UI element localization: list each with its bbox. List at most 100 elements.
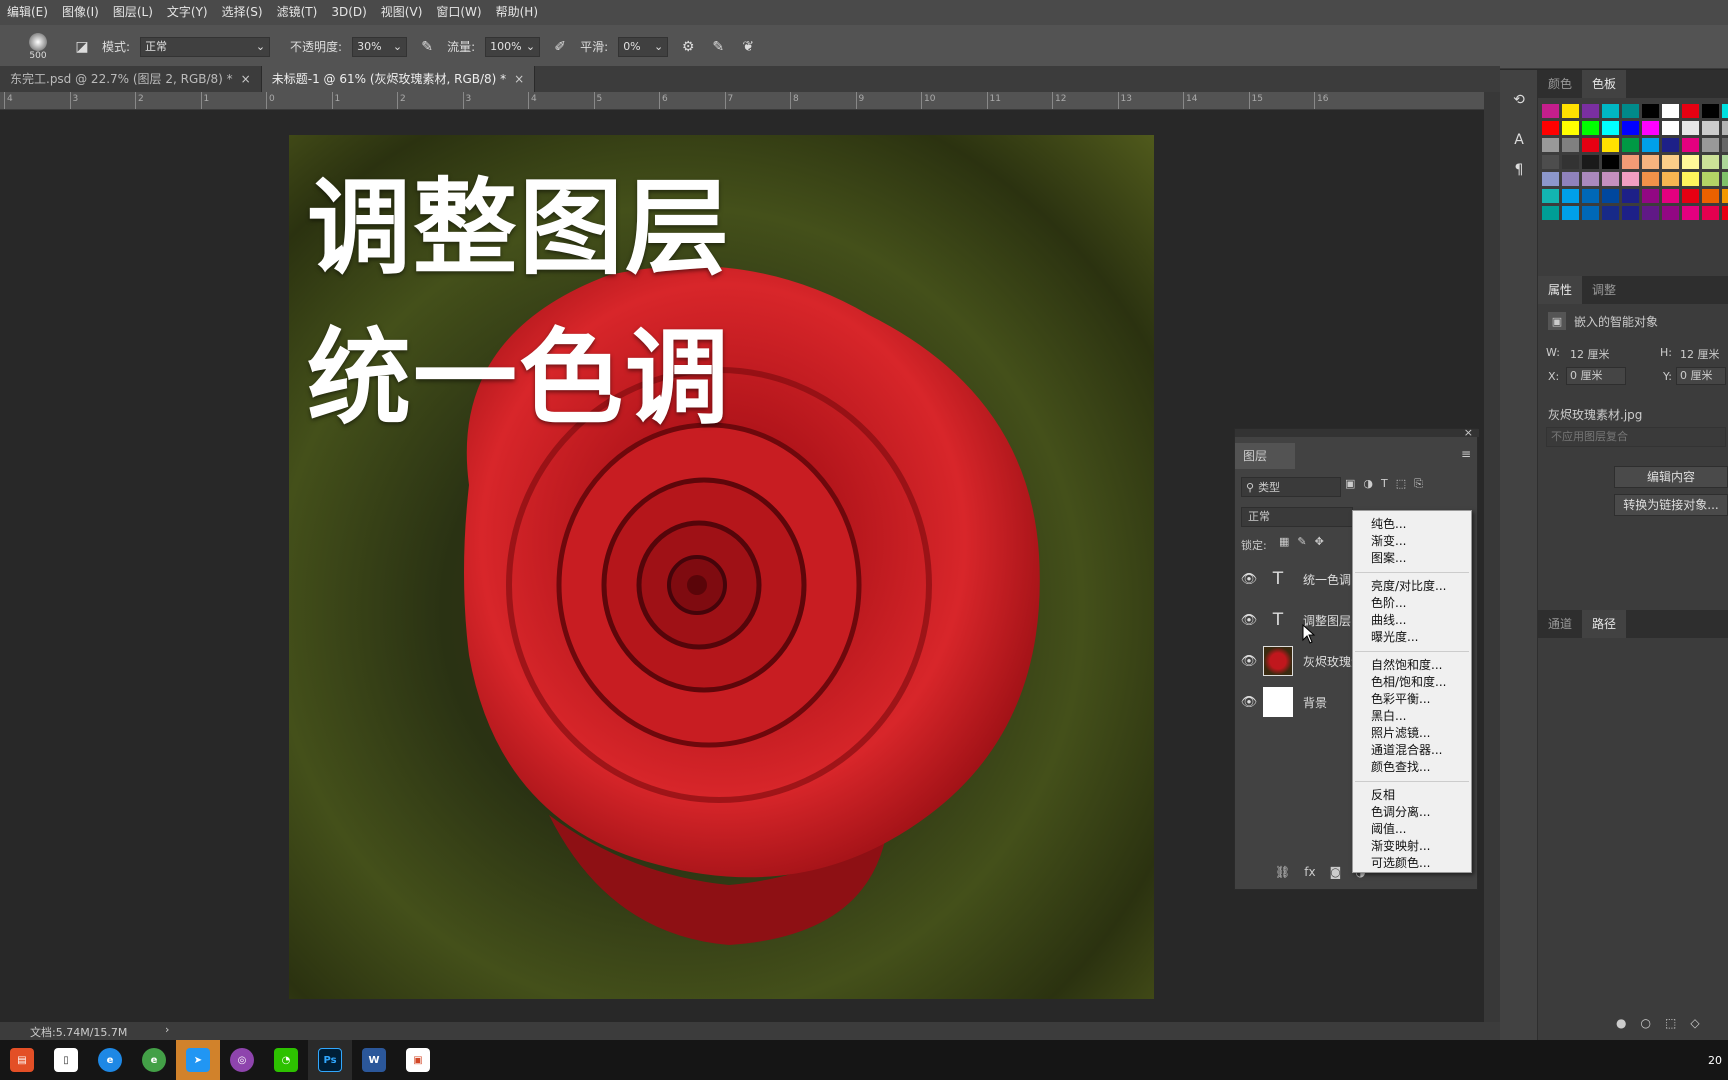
color-swatch[interactable] — [1562, 206, 1579, 220]
slides-icon[interactable]: ▣ — [396, 1040, 440, 1080]
tab-adjustments[interactable]: 调整 — [1582, 276, 1626, 304]
color-swatch[interactable] — [1702, 104, 1719, 118]
menu-item[interactable]: 选择(S) — [215, 0, 270, 25]
adjustment-menu-item[interactable]: 通道混合器... — [1353, 742, 1471, 759]
adjustment-menu-item[interactable]: 反相 — [1353, 787, 1471, 804]
mode-select[interactable]: 正常 ⌄ — [140, 36, 271, 57]
color-swatch[interactable] — [1662, 155, 1679, 169]
pressure-size-icon[interactable]: ✎ — [708, 37, 728, 57]
color-swatch[interactable] — [1582, 138, 1599, 152]
color-swatch[interactable] — [1622, 206, 1639, 220]
opacity-field[interactable]: 30% ⌄ — [352, 36, 408, 57]
adjustment-menu-item[interactable]: 自然饱和度... — [1353, 657, 1471, 674]
color-swatch[interactable] — [1702, 172, 1719, 186]
smart-filter-icon[interactable]: ⎘ — [1414, 477, 1423, 491]
color-swatch[interactable] — [1722, 121, 1728, 135]
color-swatch[interactable] — [1662, 138, 1679, 152]
color-swatch[interactable] — [1602, 155, 1619, 169]
paragraph-icon[interactable]: ¶ — [1509, 160, 1529, 180]
fx-icon[interactable]: fx — [1304, 865, 1315, 879]
color-swatch[interactable] — [1682, 172, 1699, 186]
pixel-filter-icon[interactable]: ▣ — [1345, 477, 1355, 491]
w-value[interactable]: 12 厘米 — [1570, 346, 1610, 362]
color-swatch[interactable] — [1722, 138, 1728, 152]
color-swatch[interactable] — [1642, 155, 1659, 169]
word-icon[interactable]: W — [352, 1040, 396, 1080]
color-swatch[interactable] — [1662, 189, 1679, 203]
tab-channels[interactable]: 通道 — [1538, 610, 1582, 638]
load-selection-icon[interactable]: ⬚ — [1665, 1016, 1676, 1030]
document-tab[interactable]: 东完工.psd @ 22.7% (图层 2, RGB/8) * × — [0, 66, 262, 92]
color-swatch[interactable] — [1582, 172, 1599, 186]
h-value[interactable]: 12 厘米 — [1680, 346, 1720, 362]
color-swatch[interactable] — [1562, 189, 1579, 203]
lock-position-icon[interactable]: ✥ — [1315, 535, 1324, 548]
adjustment-menu-item[interactable]: 黑白... — [1353, 708, 1471, 725]
color-swatch[interactable] — [1542, 206, 1559, 220]
color-swatch[interactable] — [1602, 104, 1619, 118]
document-tab[interactable]: 未标题-1 @ 61% (灰烬玫瑰素材, RGB/8) * × — [261, 66, 536, 92]
adjustment-menu-item[interactable]: 色彩平衡... — [1353, 691, 1471, 708]
shape-filter-icon[interactable]: ⬚ — [1396, 477, 1406, 491]
adjustment-menu-item[interactable]: 纯色... — [1353, 516, 1471, 533]
color-swatch[interactable] — [1642, 206, 1659, 220]
color-swatch[interactable] — [1702, 155, 1719, 169]
close-icon[interactable]: × — [241, 72, 251, 86]
color-swatch[interactable] — [1702, 189, 1719, 203]
adjustment-menu-item[interactable]: 亮度/对比度... — [1353, 578, 1471, 595]
color-swatch[interactable] — [1542, 189, 1559, 203]
link-icon[interactable]: ⛓ — [1275, 865, 1290, 879]
color-swatch[interactable] — [1722, 104, 1728, 118]
adjustment-filter-icon[interactable]: ◑ — [1363, 477, 1373, 491]
color-swatch[interactable] — [1582, 104, 1599, 118]
eye-icon[interactable]: 👁 — [1235, 572, 1263, 587]
smooth-field[interactable]: 0% ⌄ — [618, 36, 669, 57]
menu-item[interactable]: 文字(Y) — [160, 0, 215, 25]
layers-panel-header[interactable] — [1235, 429, 1479, 437]
color-swatch[interactable] — [1642, 172, 1659, 186]
vertical-scrollbar[interactable] — [1484, 92, 1500, 1030]
adjustment-menu-item[interactable]: 曲线... — [1353, 612, 1471, 629]
photoshop-taskbar-icon[interactable]: Ps — [308, 1040, 352, 1080]
eye-icon[interactable]: 👁 — [1235, 613, 1263, 628]
tab-paths[interactable]: 路径 — [1582, 610, 1627, 638]
color-swatch[interactable] — [1642, 189, 1659, 203]
layer-comp-select[interactable]: 不应用图层复合 — [1546, 427, 1726, 447]
color-swatch[interactable] — [1682, 206, 1699, 220]
edit-contents-button[interactable]: 编辑内容 — [1614, 466, 1728, 488]
color-swatch[interactable] — [1702, 206, 1719, 220]
color-swatch[interactable] — [1722, 172, 1728, 186]
color-swatch[interactable] — [1662, 121, 1679, 135]
make-path-icon[interactable]: ◇ — [1690, 1016, 1699, 1030]
color-swatch[interactable] — [1682, 121, 1699, 135]
tab-color[interactable]: 颜色 — [1538, 70, 1582, 98]
color-swatch[interactable] — [1622, 155, 1639, 169]
panel-menu-icon[interactable]: ≡ — [1461, 447, 1471, 461]
adjustment-menu-item[interactable]: 可选颜色... — [1353, 855, 1471, 872]
color-swatch[interactable] — [1702, 121, 1719, 135]
color-swatch[interactable] — [1582, 206, 1599, 220]
mask-icon[interactable]: ◙ — [1330, 865, 1342, 879]
color-swatch[interactable] — [1602, 206, 1619, 220]
menu-item[interactable]: 帮助(H) — [489, 0, 545, 25]
color-swatch[interactable] — [1662, 206, 1679, 220]
menu-item[interactable]: 图层(L) — [106, 0, 160, 25]
color-swatch[interactable] — [1722, 155, 1728, 169]
layers-tab[interactable]: 图层 — [1235, 443, 1295, 469]
adjustment-menu-item[interactable]: 渐变映射... — [1353, 838, 1471, 855]
color-swatch[interactable] — [1562, 121, 1579, 135]
color-swatch[interactable] — [1622, 189, 1639, 203]
adjustment-menu-item[interactable]: 阈值... — [1353, 821, 1471, 838]
color-swatch[interactable] — [1602, 172, 1619, 186]
flow-field[interactable]: 100% ⌄ — [485, 36, 541, 57]
brush-preset-picker[interactable]: 500 — [14, 29, 62, 65]
ie-browser-icon[interactable]: e — [88, 1040, 132, 1080]
menu-item[interactable]: 编辑(E) — [0, 0, 55, 25]
color-swatch[interactable] — [1642, 104, 1659, 118]
adjustment-menu-item[interactable]: 色调分离... — [1353, 804, 1471, 821]
lock-pixels-icon[interactable]: ✎ — [1297, 535, 1306, 548]
color-swatch[interactable] — [1602, 121, 1619, 135]
color-swatch[interactable] — [1622, 104, 1639, 118]
adjustment-menu-item[interactable]: 照片滤镜... — [1353, 725, 1471, 742]
adjustment-menu-item[interactable]: 图案... — [1353, 550, 1471, 567]
